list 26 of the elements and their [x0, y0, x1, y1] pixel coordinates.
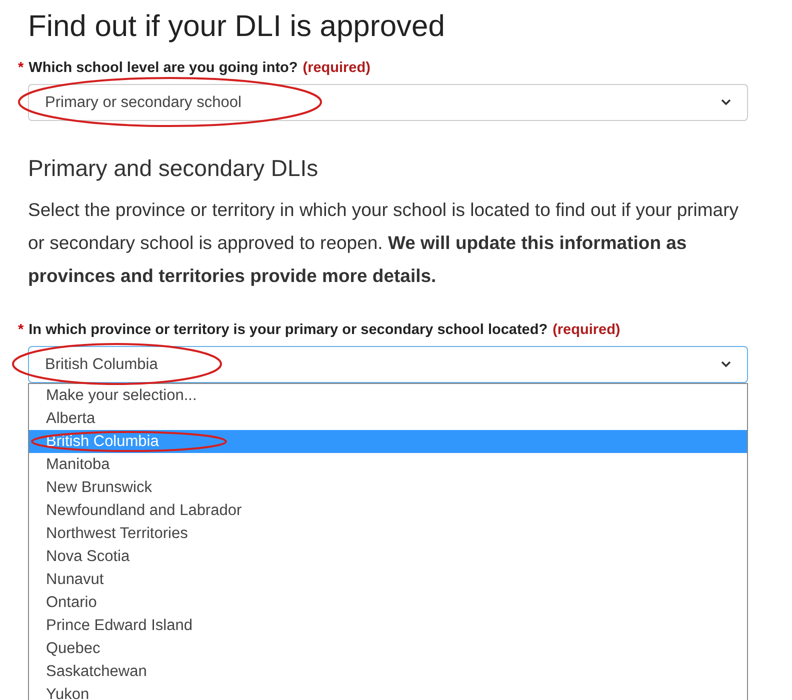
dropdown-option[interactable]: New Brunswick — [29, 476, 747, 499]
dropdown-option[interactable]: Nunavut — [29, 568, 747, 591]
dropdown-option[interactable]: Ontario — [29, 591, 747, 614]
section-heading: Primary and secondary DLIs — [28, 154, 320, 183]
dropdown-option[interactable]: Make your selection... — [29, 384, 747, 407]
dropdown-option[interactable]: Yukon — [29, 683, 747, 700]
dropdown-option[interactable]: Newfoundland and Labrador — [29, 499, 747, 522]
dropdown-option[interactable]: Northwest Territories — [29, 522, 747, 545]
field-label: In which province or territory is your primary or secondary school located? — [28, 321, 548, 340]
page-heading: Find out if your DLI is approved — [28, 9, 446, 45]
dropdown-option[interactable]: Quebec — [29, 637, 747, 660]
field-label: Which school level are you going into? — [28, 59, 298, 78]
caret-icon — [721, 98, 731, 106]
select-field[interactable]: Primary or secondary school — [28, 84, 748, 121]
dropdown-option[interactable]: Prince Edward Island — [29, 614, 747, 637]
required-note: (required) — [552, 321, 620, 340]
dropdown-option[interactable]: Saskatchewan — [29, 660, 747, 683]
section-paragraph: Select the province or territory in which your school is located to find out if your primary or secondary school is approved to reopen. We will update this information as provinces and territories provide more details. — [28, 198, 740, 288]
dropdown-option[interactable]: Manitoba — [29, 453, 747, 476]
required-mark: * — [18, 59, 24, 78]
dropdown-option[interactable]: Nova Scotia — [29, 545, 747, 568]
dropdown-option[interactable]: Alberta — [29, 407, 747, 430]
select-field[interactable]: British Columbia — [28, 346, 748, 383]
required-mark: * — [18, 321, 24, 340]
required-note: (required) — [302, 59, 370, 78]
caret-icon — [721, 361, 731, 368]
